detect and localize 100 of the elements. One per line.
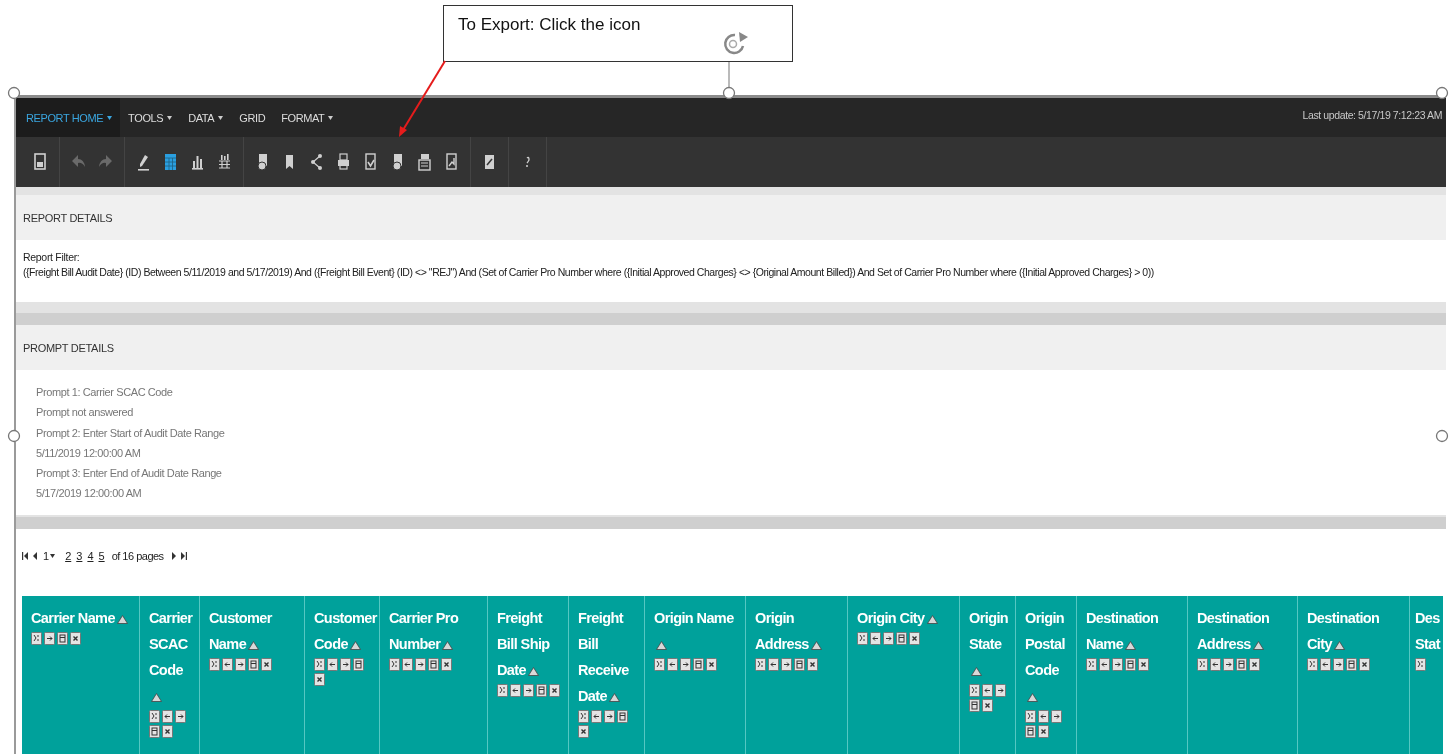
page-link[interactable]: 1 <box>42 550 57 562</box>
save-icon[interactable] <box>32 152 49 172</box>
pencil-icon[interactable] <box>135 152 152 172</box>
previous-page-icon[interactable] <box>32 550 39 562</box>
filter-icon[interactable] <box>1086 658 1097 671</box>
resize-handle[interactable] <box>7 429 21 443</box>
remove-icon[interactable] <box>807 658 818 671</box>
pivot-icon[interactable] <box>693 658 704 671</box>
menu-tab[interactable]: GRID <box>231 98 274 137</box>
move-left-icon[interactable] <box>768 658 779 671</box>
move-left-icon[interactable] <box>402 658 413 671</box>
page-link[interactable]: 4 <box>86 550 95 562</box>
sort-icon[interactable] <box>971 666 982 676</box>
sort-icon[interactable] <box>116 614 128 624</box>
move-right-icon[interactable] <box>1112 658 1123 671</box>
page-link[interactable]: 3 <box>75 550 84 562</box>
filter-icon[interactable] <box>389 658 400 671</box>
pivot-icon[interactable] <box>353 658 364 671</box>
pivot-icon[interactable] <box>896 632 907 645</box>
resize-handle[interactable] <box>7 86 21 100</box>
move-right-icon[interactable] <box>1223 658 1234 671</box>
filter-icon[interactable] <box>578 710 589 723</box>
move-right-icon[interactable] <box>235 658 246 671</box>
move-left-icon[interactable] <box>1099 658 1110 671</box>
move-left-icon[interactable] <box>1038 710 1049 723</box>
resize-handle[interactable] <box>1435 429 1449 443</box>
remove-icon[interactable] <box>314 673 325 686</box>
move-right-icon[interactable] <box>781 658 792 671</box>
pivot-icon[interactable] <box>969 699 980 712</box>
sort-icon[interactable] <box>442 640 454 650</box>
remove-icon[interactable] <box>261 658 272 671</box>
sort-icon[interactable] <box>1027 692 1038 702</box>
sort-icon[interactable] <box>1125 640 1137 650</box>
pivot-icon[interactable] <box>536 684 547 697</box>
first-page-icon[interactable] <box>22 550 29 562</box>
menu-tab[interactable]: DATA <box>180 98 232 137</box>
filter-icon[interactable] <box>149 710 160 723</box>
move-right-icon[interactable] <box>523 684 534 697</box>
move-left-icon[interactable] <box>162 710 173 723</box>
filter-icon[interactable] <box>1025 710 1036 723</box>
move-right-icon[interactable] <box>883 632 894 645</box>
filter-icon[interactable] <box>1197 658 1208 671</box>
move-left-icon[interactable] <box>222 658 233 671</box>
remove-icon[interactable] <box>578 725 589 738</box>
move-left-icon[interactable] <box>510 684 521 697</box>
printer-icon[interactable] <box>335 152 352 172</box>
remove-icon[interactable] <box>1249 658 1260 671</box>
filter-icon[interactable] <box>209 658 220 671</box>
chart-table-icon[interactable] <box>216 152 233 172</box>
sort-icon[interactable] <box>656 640 667 650</box>
filter-icon[interactable] <box>857 632 868 645</box>
last-page-icon[interactable] <box>179 550 187 562</box>
pivot-icon[interactable] <box>1346 658 1357 671</box>
grid-icon[interactable] <box>162 152 179 172</box>
resize-handle[interactable] <box>722 86 736 100</box>
remove-icon[interactable] <box>706 658 717 671</box>
sort-icon[interactable] <box>349 640 361 650</box>
pivot-icon[interactable] <box>1125 658 1136 671</box>
pivot-icon[interactable] <box>1025 725 1036 738</box>
share-icon[interactable] <box>308 152 325 172</box>
move-right-icon[interactable] <box>1333 658 1344 671</box>
move-left-icon[interactable] <box>870 632 881 645</box>
menu-tab[interactable]: TOOLS <box>120 98 181 137</box>
move-right-icon[interactable] <box>340 658 351 671</box>
menu-tab[interactable]: FORMAT <box>273 98 342 137</box>
sort-icon[interactable] <box>609 692 621 702</box>
page-link[interactable]: 2 <box>64 550 73 562</box>
filter-icon[interactable] <box>969 684 980 697</box>
sort-icon[interactable] <box>926 614 938 624</box>
pivot-icon[interactable] <box>794 658 805 671</box>
remove-icon[interactable] <box>982 699 993 712</box>
remove-icon[interactable] <box>1038 725 1049 738</box>
pivot-icon[interactable] <box>1236 658 1247 671</box>
filter-icon[interactable] <box>654 658 665 671</box>
filter-icon[interactable] <box>755 658 766 671</box>
remove-icon[interactable] <box>549 684 560 697</box>
resize-handle[interactable] <box>1435 86 1449 100</box>
sort-icon[interactable] <box>810 640 822 650</box>
pivot-icon[interactable] <box>57 632 68 645</box>
move-right-icon[interactable] <box>44 632 55 645</box>
move-left-icon[interactable] <box>327 658 338 671</box>
move-right-icon[interactable] <box>680 658 691 671</box>
sort-icon[interactable] <box>1334 640 1345 650</box>
remove-icon[interactable] <box>1138 658 1149 671</box>
pivot-icon[interactable] <box>149 725 160 738</box>
page-link[interactable]: 5 <box>97 550 106 562</box>
move-left-icon[interactable] <box>1210 658 1221 671</box>
move-right-icon[interactable] <box>415 658 426 671</box>
move-right-icon[interactable] <box>1051 710 1062 723</box>
pivot-icon[interactable] <box>617 710 628 723</box>
move-right-icon[interactable] <box>995 684 1006 697</box>
sort-icon[interactable] <box>1252 640 1264 650</box>
sort-icon[interactable] <box>151 692 162 702</box>
move-left-icon[interactable] <box>982 684 993 697</box>
next-page-icon[interactable] <box>169 550 177 562</box>
remove-icon[interactable] <box>441 658 452 671</box>
remove-icon[interactable] <box>909 632 920 645</box>
sort-icon[interactable] <box>248 640 260 650</box>
move-left-icon[interactable] <box>1320 658 1331 671</box>
pivot-icon[interactable] <box>428 658 439 671</box>
